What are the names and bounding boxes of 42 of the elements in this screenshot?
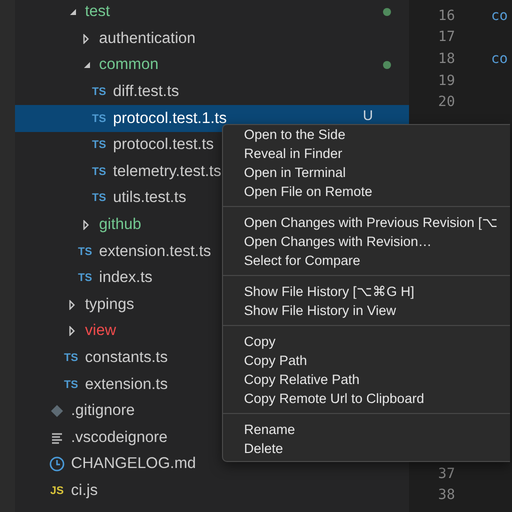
code-text: co (491, 8, 508, 24)
tree-item[interactable]: common (15, 52, 409, 79)
menu-item[interactable]: Reveal in Finder (223, 144, 342, 163)
line-number: 17 (437, 29, 455, 46)
line-number: 20 (437, 94, 455, 110)
menu-item[interactable]: Copy (223, 332, 276, 351)
clock-icon (49, 456, 65, 472)
menu-item[interactable]: Delete (223, 439, 284, 458)
menu-item[interactable]: Copy Relative Path (223, 370, 360, 389)
menu-item[interactable]: Select for Compare (223, 251, 360, 270)
status-letter: U (362, 107, 373, 124)
line-number: 37 (437, 466, 455, 482)
menu-item[interactable]: Open File on Remote (223, 182, 372, 201)
line-number: 18 (437, 50, 455, 67)
typescript-icon: TS (92, 139, 106, 152)
menu-item[interactable]: Open in Terminal (223, 163, 346, 182)
menu-item[interactable]: Open Changes with Previous Revision [⌥ (223, 213, 498, 232)
menu-item[interactable]: Copy Path (223, 351, 308, 370)
javascript-icon: JS (50, 484, 64, 497)
menu-item[interactable]: Show File History in View (223, 301, 396, 320)
tree-item[interactable]: TS diff.test.ts (15, 78, 409, 106)
diamond-icon (50, 404, 64, 418)
menu-item[interactable]: Rename (223, 420, 296, 439)
line-number: 16 (437, 8, 455, 24)
typescript-icon: TS (78, 272, 92, 284)
tree-item[interactable]: JS ci.js (15, 478, 409, 504)
typescript-icon: TS (92, 112, 106, 125)
typescript-icon: TS (92, 86, 106, 98)
typescript-icon: TS (92, 166, 106, 178)
line-number: 38 (437, 487, 455, 504)
code-text: co (491, 50, 508, 67)
menu-item[interactable]: Copy Remote Url to Clipboard (223, 389, 424, 408)
line-number: 19 (437, 72, 455, 89)
tree-item[interactable]: test (15, 0, 409, 26)
tree-item[interactable]: authentication (15, 26, 409, 52)
typescript-icon: TS (64, 378, 78, 391)
menu-item[interactable]: Open Changes with Revision… (223, 232, 432, 251)
typescript-icon: TS (64, 352, 78, 364)
typescript-icon: TS (78, 246, 92, 258)
lines-icon (51, 432, 63, 444)
typescript-icon: TS (92, 192, 106, 204)
menu-item[interactable]: Show File History [⌥⌘G H] (223, 282, 414, 301)
